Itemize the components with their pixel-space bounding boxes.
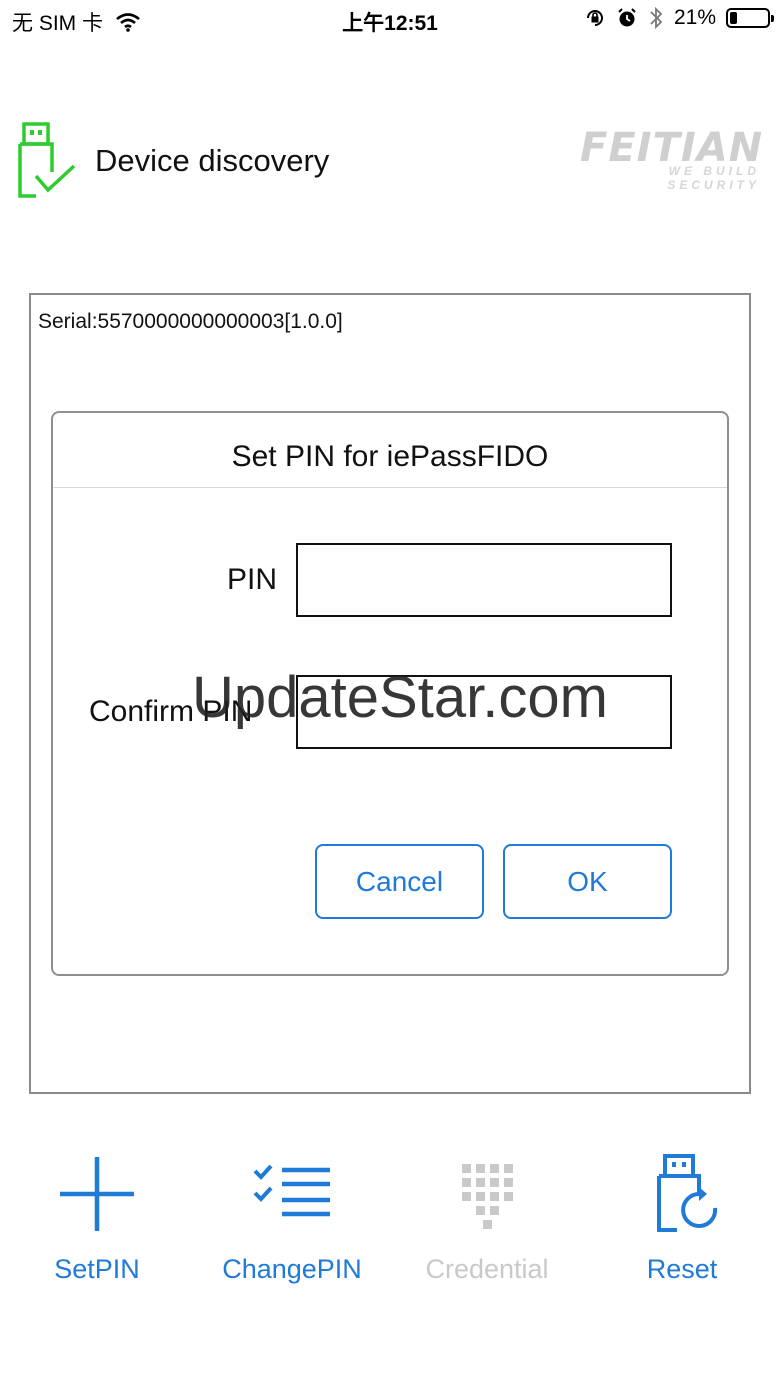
dialog-title: Set PIN for iePassFIDO	[231, 440, 549, 473]
cancel-button[interactable]: Cancel	[315, 844, 484, 919]
tab-credential-label: Credential	[425, 1254, 549, 1284]
tab-changepin-label: ChangePIN	[222, 1254, 362, 1284]
watermark: UpdateStar.com	[192, 665, 608, 730]
dialog-divider	[53, 487, 727, 488]
plus-icon	[60, 1157, 134, 1231]
bluetooth-icon	[650, 6, 663, 30]
orientation-lock-icon	[586, 10, 603, 26]
status-bar: 无 SIM 卡 上午12:51 21%	[0, 0, 780, 40]
status-right: 21%	[584, 6, 774, 30]
battery-icon	[726, 8, 774, 28]
ok-button[interactable]: OK	[503, 844, 672, 919]
usb-key-check-icon	[18, 122, 76, 198]
brand-name: FEITIAN	[580, 125, 764, 171]
tab-changepin[interactable]: ChangePIN	[195, 1150, 390, 1300]
tab-reset-label: Reset	[646, 1254, 718, 1284]
alarm-icon	[618, 8, 636, 27]
page-title: Device discovery	[95, 143, 330, 178]
device-serial: Serial:5570000000000003[1.0.0]	[38, 310, 343, 333]
pin-input[interactable]	[296, 543, 672, 617]
usb-reset-icon	[657, 1154, 718, 1232]
battery-percent: 21%	[673, 6, 716, 29]
checklist-icon	[253, 1164, 330, 1217]
tab-reset[interactable]: Reset	[585, 1150, 780, 1300]
tab-setpin-label: SetPIN	[54, 1254, 140, 1284]
pin-label: PIN	[227, 563, 278, 596]
tab-credential: Credential	[390, 1150, 585, 1300]
keypad-icon	[462, 1164, 513, 1229]
tab-setpin[interactable]: SetPIN	[0, 1150, 195, 1300]
brand-logo: FEITIAN WE BUILD SECURITY	[580, 125, 764, 192]
